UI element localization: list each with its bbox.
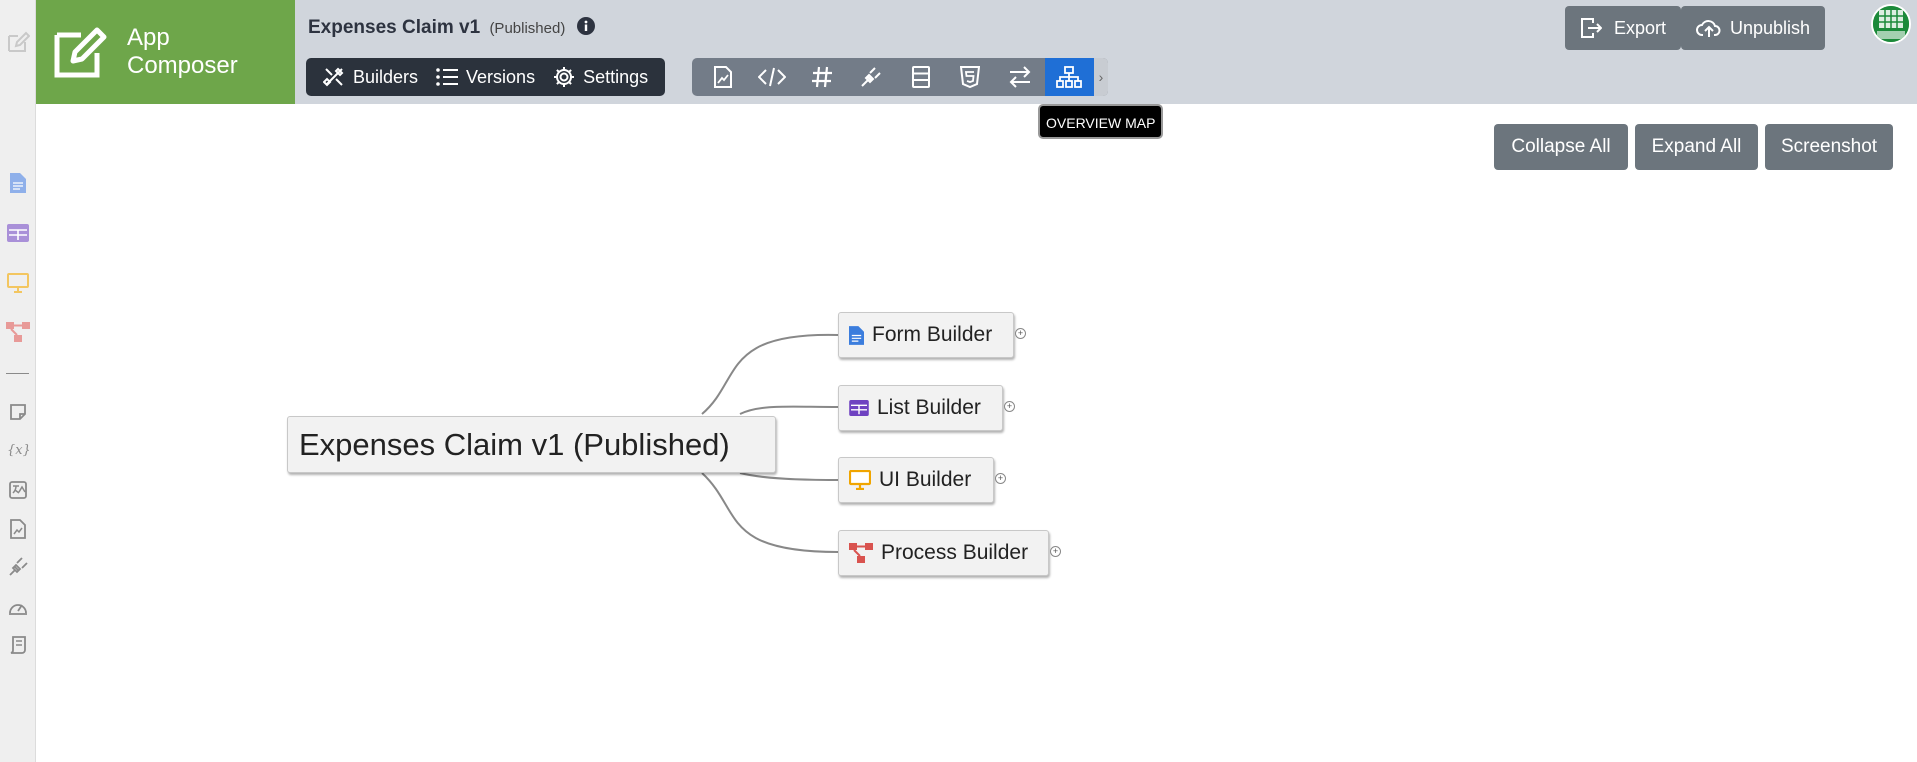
dashboard-icon[interactable] [5,593,31,619]
monitor-icon [849,470,871,490]
process-icon[interactable] [5,319,31,345]
nav-settings[interactable]: Settings [544,58,657,96]
edit-icon [54,27,107,78]
form-icon [849,325,864,345]
mindmap-node-ui-builder[interactable]: UI Builder [838,457,994,503]
brand[interactable]: App Composer [36,0,295,104]
overview-map-tooltip: OVERVIEW MAP [1038,104,1164,139]
nav-versions-label: Versions [466,66,536,87]
form-builder-label: Form Builder [872,323,993,346]
mindmap-node-process-builder[interactable]: Process Builder [838,530,1049,576]
nav-versions[interactable]: Versions [427,58,544,96]
gear-icon [554,67,575,87]
tool-html[interactable] [946,58,996,96]
avatar-icon [1873,6,1909,42]
tool-overview-map[interactable] [1044,58,1094,96]
tool-hashtag[interactable] [797,58,847,96]
app-status: (Published) [489,20,566,37]
script-icon[interactable] [5,632,31,658]
note-icon[interactable] [5,399,31,425]
html5-icon [960,66,981,88]
rail-divider [6,373,29,374]
app-name: Expenses Claim v1 [308,17,481,38]
builders-icon [323,67,344,87]
cloud-upload-icon [1696,20,1721,37]
left-rail: {x} [0,0,36,762]
sitemap-icon [1056,66,1083,88]
export-label: Export [1614,17,1667,38]
info-icon[interactable] [576,17,595,36]
list-icon [849,400,869,416]
mindmap-node-form-builder[interactable]: Form Builder [838,312,1014,358]
builder-nav: Builders Versions Settings [306,58,666,96]
brand-name: App Composer [127,24,238,79]
form-builder-expand-icon[interactable]: + [1015,328,1026,339]
avatar[interactable] [1871,4,1911,44]
unpublish-button[interactable]: Unpublish [1681,6,1826,50]
mindmap-connectors [701,333,839,553]
plugin-icon[interactable] [5,554,31,580]
mindmap-node-list-builder[interactable]: List Builder [838,385,1003,431]
versions-icon [436,68,459,86]
report-icon [713,66,732,88]
tool-plugin[interactable] [847,58,897,96]
monitor-icon[interactable] [5,270,31,296]
ui-builder-expand-icon[interactable]: + [995,473,1006,484]
toolbar-more-chevron-icon[interactable]: › [1094,58,1108,96]
form-icon[interactable] [5,170,31,196]
plugin-icon [861,67,881,87]
expand-all-button[interactable]: Expand All [1635,124,1758,170]
hashtag-icon [811,66,832,88]
export-icon [1581,18,1602,38]
svg-text:{x}: {x} [7,443,29,458]
tool-table[interactable] [896,58,946,96]
list-builder-expand-icon[interactable]: + [1004,401,1015,412]
nav-builders-label: Builders [353,66,419,87]
export-button[interactable]: Export [1565,6,1682,50]
report-icon[interactable] [5,516,31,542]
process-builder-label: Process Builder [881,541,1029,564]
nav-settings-label: Settings [583,66,649,87]
collapse-all-button[interactable]: Collapse All [1494,124,1628,170]
mindmap-root-node[interactable]: Expenses Claim v1 (Published) [287,416,776,473]
ui-builder-label: UI Builder [879,468,972,491]
unpublish-label: Unpublish [1730,17,1811,38]
mindmap-root-label: Expenses Claim v1 (Published) [299,426,730,462]
table-icon [911,66,930,88]
screenshot-button[interactable]: Screenshot [1765,124,1893,170]
translate-icon[interactable] [5,477,31,503]
nav-builders[interactable]: Builders [314,58,427,96]
tool-code[interactable] [748,58,798,96]
process-builder-expand-icon[interactable]: + [1050,546,1061,557]
code-icon [758,67,787,87]
tool-exchange[interactable] [995,58,1045,96]
exchange-icon [1009,66,1031,88]
tool-bar: › [692,58,1108,96]
variable-icon[interactable]: {x} [5,437,31,463]
process-icon [849,543,873,563]
tool-report[interactable] [698,58,748,96]
list-icon[interactable] [5,220,31,246]
app-title: Expenses Claim v1 (Published) [308,17,595,39]
list-builder-label: List Builder [877,396,981,419]
edit-icon[interactable] [5,30,31,56]
